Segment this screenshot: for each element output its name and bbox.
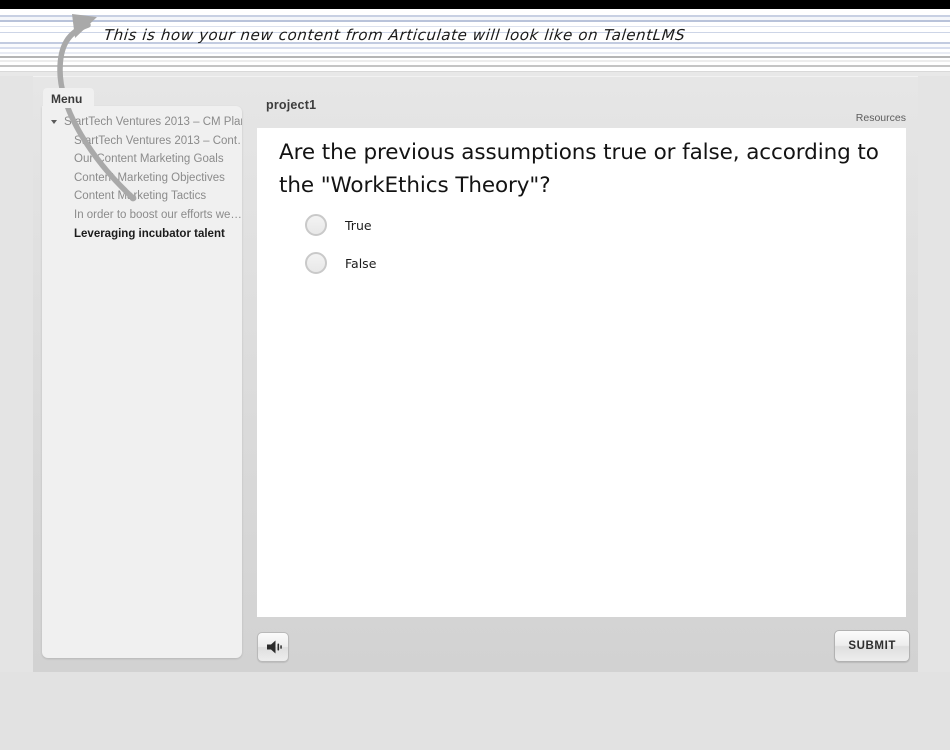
header-divider-band xyxy=(0,60,950,76)
slide-stage: project1 Resources Are the previous assu… xyxy=(248,76,918,672)
banner-stripe xyxy=(0,47,950,49)
audio-toggle-button[interactable] xyxy=(257,632,289,662)
chevron-down-icon[interactable] xyxy=(51,120,57,124)
sidebar-panel: StartTech Ventures 2013 – CM Plan StartTe… xyxy=(42,106,242,658)
sidebar: Menu StartTech Ventures 2013 – CM Plan St… xyxy=(33,76,242,672)
banner-stripe xyxy=(0,52,950,54)
submit-button[interactable]: SUBMIT xyxy=(834,630,910,662)
page-title: project1 xyxy=(266,98,317,112)
outline-item-label: Content Marketing Tactics xyxy=(74,190,207,203)
outline-item[interactable]: Our Content Marketing Goals xyxy=(42,150,242,169)
top-banner: This is how your new content from Articu… xyxy=(0,0,950,60)
outline-item-label: StartTech Ventures 2013 – Cont… xyxy=(74,134,242,147)
outline-item[interactable]: Leveraging incubator talent xyxy=(42,225,242,244)
banner-caption-text: This is how your new content from Articu… xyxy=(103,26,687,44)
question-text: Are the previous assumptions true or fal… xyxy=(279,140,879,198)
outline-item-label: Our Content Marketing Goals xyxy=(74,153,224,166)
outline-item-label: In order to boost our efforts we… xyxy=(74,208,242,221)
radio-button-icon[interactable] xyxy=(305,214,327,236)
slide-canvas: Are the previous assumptions true or fal… xyxy=(257,128,906,617)
speaker-volume-icon xyxy=(258,640,288,665)
outline-item[interactable]: StartTech Ventures 2013 – CM Plan xyxy=(42,113,242,132)
tab-menu[interactable]: Menu xyxy=(43,88,95,108)
page-footer xyxy=(0,672,950,750)
course-outline-list: StartTech Ventures 2013 – CM Plan StartTe… xyxy=(42,113,242,243)
articulate-player: Menu StartTech Ventures 2013 – CM Plan St… xyxy=(33,76,918,672)
outline-item-label: Content Marketing Objectives xyxy=(74,171,225,184)
outline-item[interactable]: In order to boost our efforts we… xyxy=(42,206,242,225)
answer-choice-label[interactable]: False xyxy=(345,256,376,271)
outline-item-label: StartTech Ventures 2013 – CM Plan xyxy=(64,116,242,128)
outline-item-label: Leveraging incubator talent xyxy=(74,227,225,240)
outline-item[interactable]: Content Marketing Objectives xyxy=(42,169,242,188)
outline-item[interactable]: Content Marketing Tactics xyxy=(42,187,242,206)
resources-link[interactable]: Resources xyxy=(856,112,906,124)
radio-button-icon[interactable] xyxy=(305,252,327,274)
answer-choice-label[interactable]: True xyxy=(345,218,372,233)
banner-stripe xyxy=(0,0,950,9)
outline-item[interactable]: StartTech Ventures 2013 – Cont… xyxy=(42,132,242,151)
